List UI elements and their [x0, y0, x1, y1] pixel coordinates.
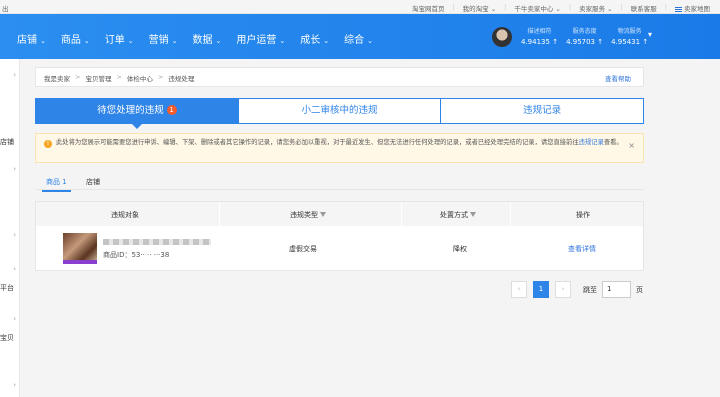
breadcrumb: 我是卖家 > 宝贝管理 > 体检中心 > 违规处理 查看帮助 — [35, 67, 644, 87]
seller-service-link[interactable]: 卖家服务 ⌄ — [579, 3, 613, 13]
header-operation: 操作 — [576, 211, 590, 219]
header-type[interactable]: 违规类型 — [290, 210, 326, 220]
page-input[interactable]: 1 — [602, 281, 631, 298]
prev-page-button[interactable]: ‹ — [511, 281, 527, 298]
exit-link[interactable]: 出 — [2, 3, 9, 13]
handling-method: 降权 — [453, 245, 467, 253]
violation-records-link[interactable]: 违规记录 — [579, 139, 604, 146]
next-page-button[interactable]: › — [555, 281, 571, 298]
tab-under-review[interactable]: 小二审核中的违规 — [238, 99, 442, 123]
seller-center-link[interactable]: 千牛卖家中心 ⌄ — [514, 3, 561, 13]
jump-label: 跳至 — [583, 285, 597, 294]
chevron-down-icon: ⌄ — [171, 37, 178, 45]
violation-table: 违规对象 违规类型 处置方式 操作 商品ID：53·· ·· ···38 虚假交… — [35, 201, 644, 271]
table-header: 违规对象 违规类型 处置方式 操作 — [36, 202, 643, 226]
product-title-redacted[interactable] — [103, 239, 211, 245]
chevron-right-icon[interactable]: › — [0, 231, 20, 239]
tab-records[interactable]: 违规记录 — [441, 99, 644, 123]
subtab-goods[interactable]: 商品 1 — [42, 177, 71, 192]
chevron-right-icon[interactable]: › — [0, 315, 20, 323]
nav-item-general[interactable]: 综合 ⌄ — [344, 31, 373, 46]
header-object: 违规对象 — [111, 211, 139, 219]
chevron-down-icon: ⌄ — [367, 37, 373, 45]
help-link[interactable]: 查看帮助 — [605, 73, 631, 83]
top-links: 淘宝网首页 | 我的淘宝 ⌄ | 千牛卖家中心 ⌄ | 卖家服务 ⌄ | 联系客服 | 卖… — [411, 3, 710, 13]
chevron-right-icon[interactable]: › — [0, 165, 20, 173]
my-taobao-link[interactable]: 我的淘宝 ⌄ — [463, 3, 497, 13]
menu-icon — [675, 6, 682, 12]
sidebar-item-shop[interactable]: 店铺 — [0, 137, 14, 147]
filter-icon[interactable] — [320, 212, 326, 217]
notice-banner: ! 此处将为您展示可能需要您进行申诉、编辑、下架、删除或者其它操作的记录，请您务… — [35, 133, 644, 163]
sidebar: › 店铺 › › › 平台 › 宝贝 › — [0, 59, 20, 397]
breadcrumb-violation: 违规处理 — [168, 75, 195, 83]
breadcrumb-goods-manage[interactable]: 宝贝管理 — [85, 73, 111, 83]
contact-service-link[interactable]: 联系客服 — [631, 3, 657, 13]
sub-tabs: 商品 1 店铺 — [35, 173, 644, 192]
sidebar-item-goods[interactable]: 宝贝 — [0, 333, 14, 343]
count-badge: 1 — [166, 105, 177, 115]
table-row: 商品ID：53·· ·· ···38 虚假交易 降权 查看详情 — [36, 226, 643, 271]
chevron-right-icon[interactable]: › — [0, 381, 20, 389]
nav-item-orders[interactable]: 订单 ⌄ — [105, 31, 134, 46]
product-thumbnail[interactable] — [63, 233, 97, 264]
nav-item-data[interactable]: 数据 ⌄ — [193, 31, 222, 46]
pagination: ‹ 1 › 跳至 1 页 — [511, 281, 643, 298]
shop-scores: 描述相符 4.94135 ↑ 服务态度 4.95703 ↑ 物流服务 4.954… — [521, 26, 648, 46]
nav-item-growth[interactable]: 成长 ⌄ — [300, 31, 329, 46]
nav-item-goods[interactable]: 商品 ⌄ — [61, 31, 90, 46]
chevron-right-icon[interactable]: › — [0, 71, 20, 79]
score-description: 描述相符 4.94135 ↑ — [521, 28, 559, 46]
page-unit: 页 — [636, 285, 643, 294]
main-nav: 店铺 ⌄ 商品 ⌄ 订单 ⌄ 营销 ⌄ 数据 ⌄ 用户运营 ⌄ 成长 ⌄ 综合 ⌄ 描述相符 4… — [0, 14, 720, 59]
taobao-home-link[interactable]: 淘宝网首页 — [412, 3, 445, 13]
view-details-link[interactable]: 查看详情 — [568, 244, 596, 254]
score-service: 服务态度 4.95703 ↑ — [566, 28, 604, 46]
top-bar: 出 淘宝网首页 | 我的淘宝 ⌄ | 千牛卖家中心 ⌄ | 卖家服务 ⌄ | 联系客服 |… — [0, 0, 720, 14]
nav-item-marketing[interactable]: 营销 ⌄ — [149, 31, 178, 46]
violation-type: 虚假交易 — [289, 245, 317, 253]
sidebar-item-platform[interactable]: 平台 — [0, 283, 14, 293]
chevron-down-icon: ⌄ — [323, 37, 330, 45]
violation-tabs: 待您处理的违规 1 小二审核中的违规 违规记录 — [35, 98, 644, 129]
chevron-right-icon[interactable]: › — [0, 265, 20, 273]
nav-item-shop[interactable]: 店铺 ⌄ — [17, 31, 46, 46]
avatar[interactable] — [492, 27, 512, 47]
product-id: 商品ID：53·· ·· ···38 — [103, 251, 170, 259]
notice-text: 此处将为您展示可能需要您进行申诉、编辑、下架、删除或者其它操作的记录，请您务必加… — [56, 139, 623, 146]
chevron-down-icon: ⌄ — [40, 37, 46, 45]
filter-icon[interactable] — [470, 212, 476, 217]
header-handling[interactable]: 处置方式 — [440, 210, 476, 220]
close-icon[interactable]: × — [628, 141, 635, 151]
chevron-down-icon: ⌄ — [83, 37, 90, 45]
page-1-button[interactable]: 1 — [533, 281, 549, 298]
warning-icon: ! — [44, 140, 52, 148]
breadcrumb-check-center[interactable]: 体检中心 — [127, 73, 153, 83]
chevron-down-icon: ⌄ — [215, 37, 222, 45]
breadcrumb-seller[interactable]: 我是卖家 — [44, 73, 70, 83]
seller-map-link[interactable]: 卖家地图 — [675, 3, 710, 13]
tab-pending[interactable]: 待您处理的违规 1 — [36, 99, 239, 129]
score-logistics: 物流服务 4.95431 ↑ — [611, 28, 649, 46]
subtab-shop[interactable]: 店铺 — [86, 177, 100, 187]
chevron-down-icon: ⌄ — [127, 37, 134, 45]
nav-item-user-ops[interactable]: 用户运营 ⌄ — [236, 31, 285, 46]
caret-down-icon[interactable]: ▾ — [648, 30, 652, 39]
chevron-down-icon: ⌄ — [279, 37, 286, 45]
